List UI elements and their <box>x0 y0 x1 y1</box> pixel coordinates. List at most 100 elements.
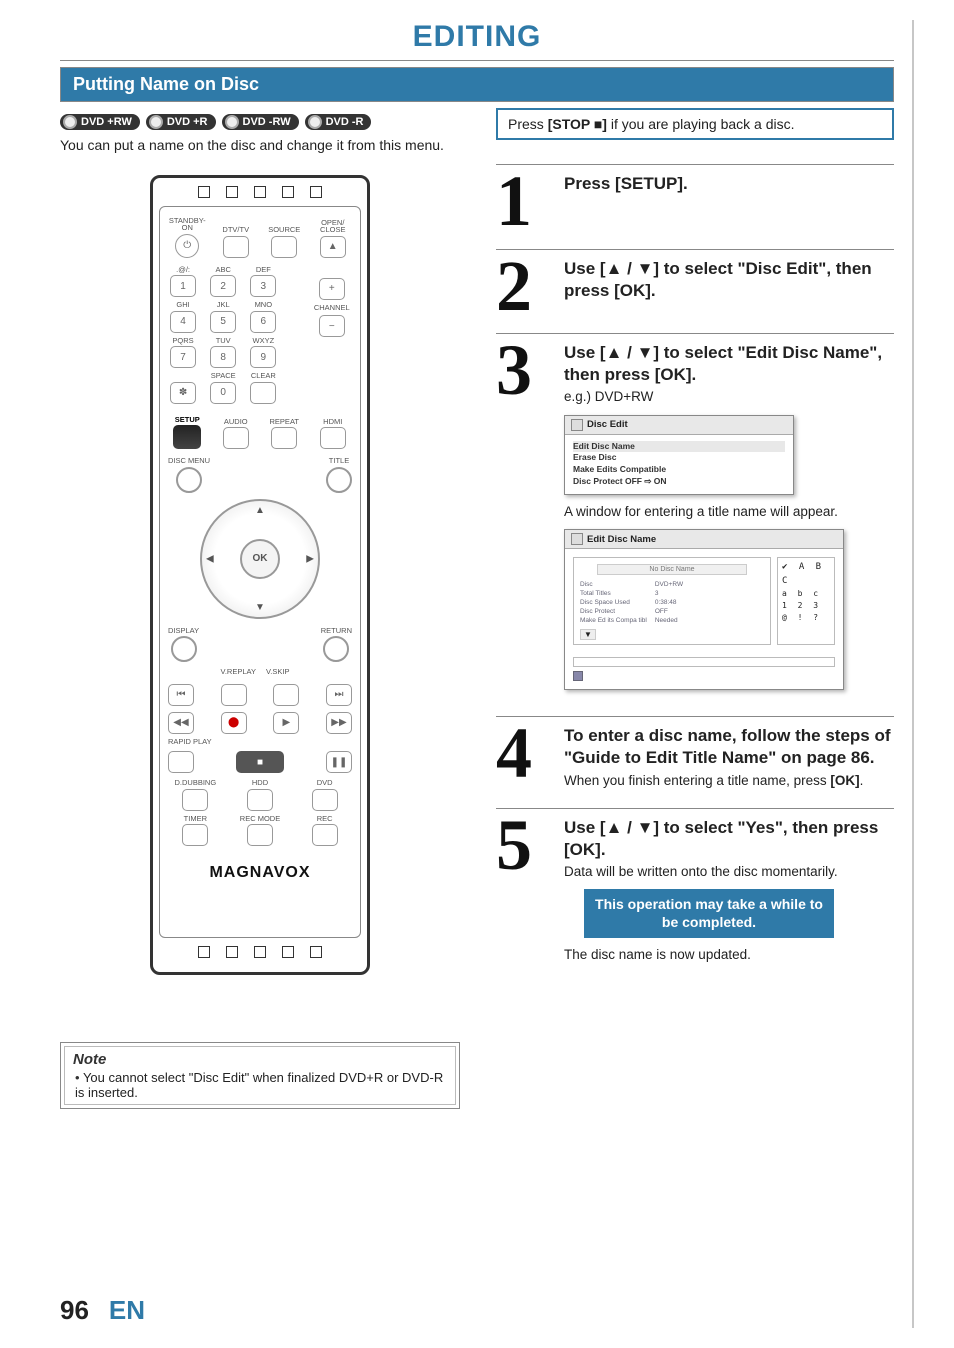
key-4[interactable]: 4 <box>170 311 196 333</box>
step-number: 5 <box>496 817 552 964</box>
step-title: To enter a disc name, follow the steps o… <box>564 725 894 769</box>
rec-button[interactable] <box>312 824 338 846</box>
disc-icon <box>63 115 77 129</box>
display-button[interactable] <box>171 636 197 662</box>
rec-dot-button[interactable]: ⬤ <box>221 712 247 734</box>
key-8[interactable]: 8 <box>210 346 236 368</box>
vreplay-button[interactable] <box>221 684 247 706</box>
step-subtitle: Data will be written onto the disc momen… <box>564 863 894 881</box>
down-arrow-icon: ▼ <box>580 629 596 640</box>
disc-info-table: DiscDVD+RW Total Titles3 Disc Space Used… <box>578 579 691 626</box>
note-item: You cannot select "Disc Edit" when final… <box>75 1070 447 1100</box>
left-column: DVD +RW DVD +R DVD -RW DVD -R You can pu… <box>60 108 460 982</box>
back-icon <box>571 533 583 545</box>
stop-key-label: [STOP ■] <box>548 116 607 132</box>
left-arrow-icon: ◀ <box>206 553 214 564</box>
repeat-button[interactable] <box>271 427 297 449</box>
channel-up[interactable]: + <box>319 278 345 300</box>
osd-item: Edit Disc Name <box>573 441 785 453</box>
badge-dvd-plus-r: DVD +R <box>146 114 216 130</box>
key-6[interactable]: 6 <box>250 311 276 333</box>
page-footer: 96 EN <box>60 1295 145 1326</box>
ok-button[interactable]: OK <box>240 539 280 579</box>
source-label: SOURCE <box>268 226 300 234</box>
warning-box: This operation may take a while to be co… <box>584 889 834 937</box>
return-button[interactable] <box>323 636 349 662</box>
step-number: 2 <box>496 258 552 316</box>
key-5[interactable]: 5 <box>210 311 236 333</box>
step-5: 5 Use [▲ / ▼] to select "Yes", then pres… <box>496 808 894 964</box>
key-3[interactable]: 3 <box>250 275 276 297</box>
disc-icon <box>308 115 322 129</box>
source-button[interactable] <box>271 236 297 258</box>
key-9[interactable]: 9 <box>250 346 276 368</box>
section-heading: Putting Name on Disc <box>60 67 894 102</box>
disc-icon <box>225 115 239 129</box>
step-1: 1 Press [SETUP]. <box>496 164 894 231</box>
hdd-button[interactable] <box>247 789 273 811</box>
timer-button[interactable] <box>182 824 208 846</box>
back-icon <box>571 419 583 431</box>
step-4: 4 To enter a disc name, follow the steps… <box>496 716 894 789</box>
setup-button[interactable] <box>173 425 201 449</box>
recmode-button[interactable] <box>247 824 273 846</box>
key-star[interactable]: ✽ <box>170 382 196 404</box>
badge-dvd-plus-rw: DVD +RW <box>60 114 140 130</box>
divider <box>60 60 894 61</box>
rapid-play-button[interactable] <box>168 751 194 773</box>
title-label: TITLE <box>329 457 349 465</box>
open-close-button[interactable]: ▲ <box>320 236 346 258</box>
play-button[interactable]: ▶ <box>273 712 299 734</box>
key-1[interactable]: 1 <box>170 275 196 297</box>
skip-next-button[interactable]: ⏭ <box>326 684 352 706</box>
vskip-button[interactable] <box>273 684 299 706</box>
key-clear[interactable] <box>250 382 276 404</box>
rewind-button[interactable]: ◀◀ <box>168 712 194 734</box>
display-label: DISPLAY <box>168 627 199 635</box>
osd-item: Make Edits Compatible <box>573 464 785 476</box>
standby-label: STANDBY-ON <box>168 217 207 232</box>
step-title: Press [SETUP]. <box>564 173 894 195</box>
note-box: Note You cannot select "Disc Edit" when … <box>60 1042 460 1109</box>
pause-button[interactable]: ❚❚ <box>326 751 352 773</box>
step-number: 4 <box>496 725 552 789</box>
badge-dvd-minus-rw: DVD -RW <box>222 114 299 130</box>
ffwd-button[interactable]: ▶▶ <box>326 712 352 734</box>
key-2[interactable]: 2 <box>210 275 236 297</box>
intro-text: You can put a name on the disc and chang… <box>60 136 460 155</box>
badge-dvd-minus-r: DVD -R <box>305 114 372 130</box>
standby-button[interactable]: ⏻ <box>175 234 199 258</box>
disc-menu-label: DISC MENU <box>168 457 210 465</box>
disc-menu-button[interactable] <box>176 467 202 493</box>
osd-item: Erase Disc <box>573 452 785 464</box>
dtv-button[interactable] <box>223 236 249 258</box>
audio-button[interactable] <box>223 427 249 449</box>
disc-type-badges: DVD +RW DVD +R DVD -RW DVD -R <box>60 114 460 130</box>
remote-illustration: STANDBY-ON⏻ DTV/TV SOURCE OPEN/ CLOSE▲ .… <box>150 175 370 975</box>
step-title: Use [▲ / ▼] to select "Yes", then press … <box>564 817 894 861</box>
nav-pad[interactable]: ▲ ▼ ◀ ▶ OK <box>200 499 320 619</box>
step-subtitle: e.g.) DVD+RW <box>564 388 894 406</box>
return-label: RETURN <box>321 627 352 635</box>
step-subtitle: When you finish entering a title name, p… <box>564 772 894 790</box>
hdmi-button[interactable] <box>320 427 346 449</box>
text-entry-bar <box>573 657 835 667</box>
disc-icon <box>149 115 163 129</box>
osd-disc-edit: Disc Edit Edit Disc Name Erase Disc Make… <box>564 415 794 496</box>
osd-edit-name: Edit Disc Name No Disc Name DiscDVD+RW T… <box>564 529 844 690</box>
channel-down[interactable]: − <box>319 315 345 337</box>
channel-label: CHANNEL <box>314 304 350 312</box>
skip-prev-button[interactable]: ⏮ <box>168 684 194 706</box>
key-0[interactable]: 0 <box>210 382 236 404</box>
step-post: The disc name is now updated. <box>564 946 894 964</box>
step-post: A window for entering a title name will … <box>564 503 894 521</box>
dvd-button[interactable] <box>312 789 338 811</box>
title-button[interactable] <box>326 467 352 493</box>
page-title: EDITING <box>60 20 894 54</box>
character-grid: ✔ A B C a b c 1 2 3 @ ! ? <box>777 557 835 645</box>
dubbing-button[interactable] <box>182 789 208 811</box>
stop-button[interactable]: ■ <box>236 751 284 773</box>
precheck-box: Press [STOP ■] if you are playing back a… <box>496 108 894 140</box>
right-arrow-icon: ▶ <box>306 553 314 564</box>
key-7[interactable]: 7 <box>170 346 196 368</box>
